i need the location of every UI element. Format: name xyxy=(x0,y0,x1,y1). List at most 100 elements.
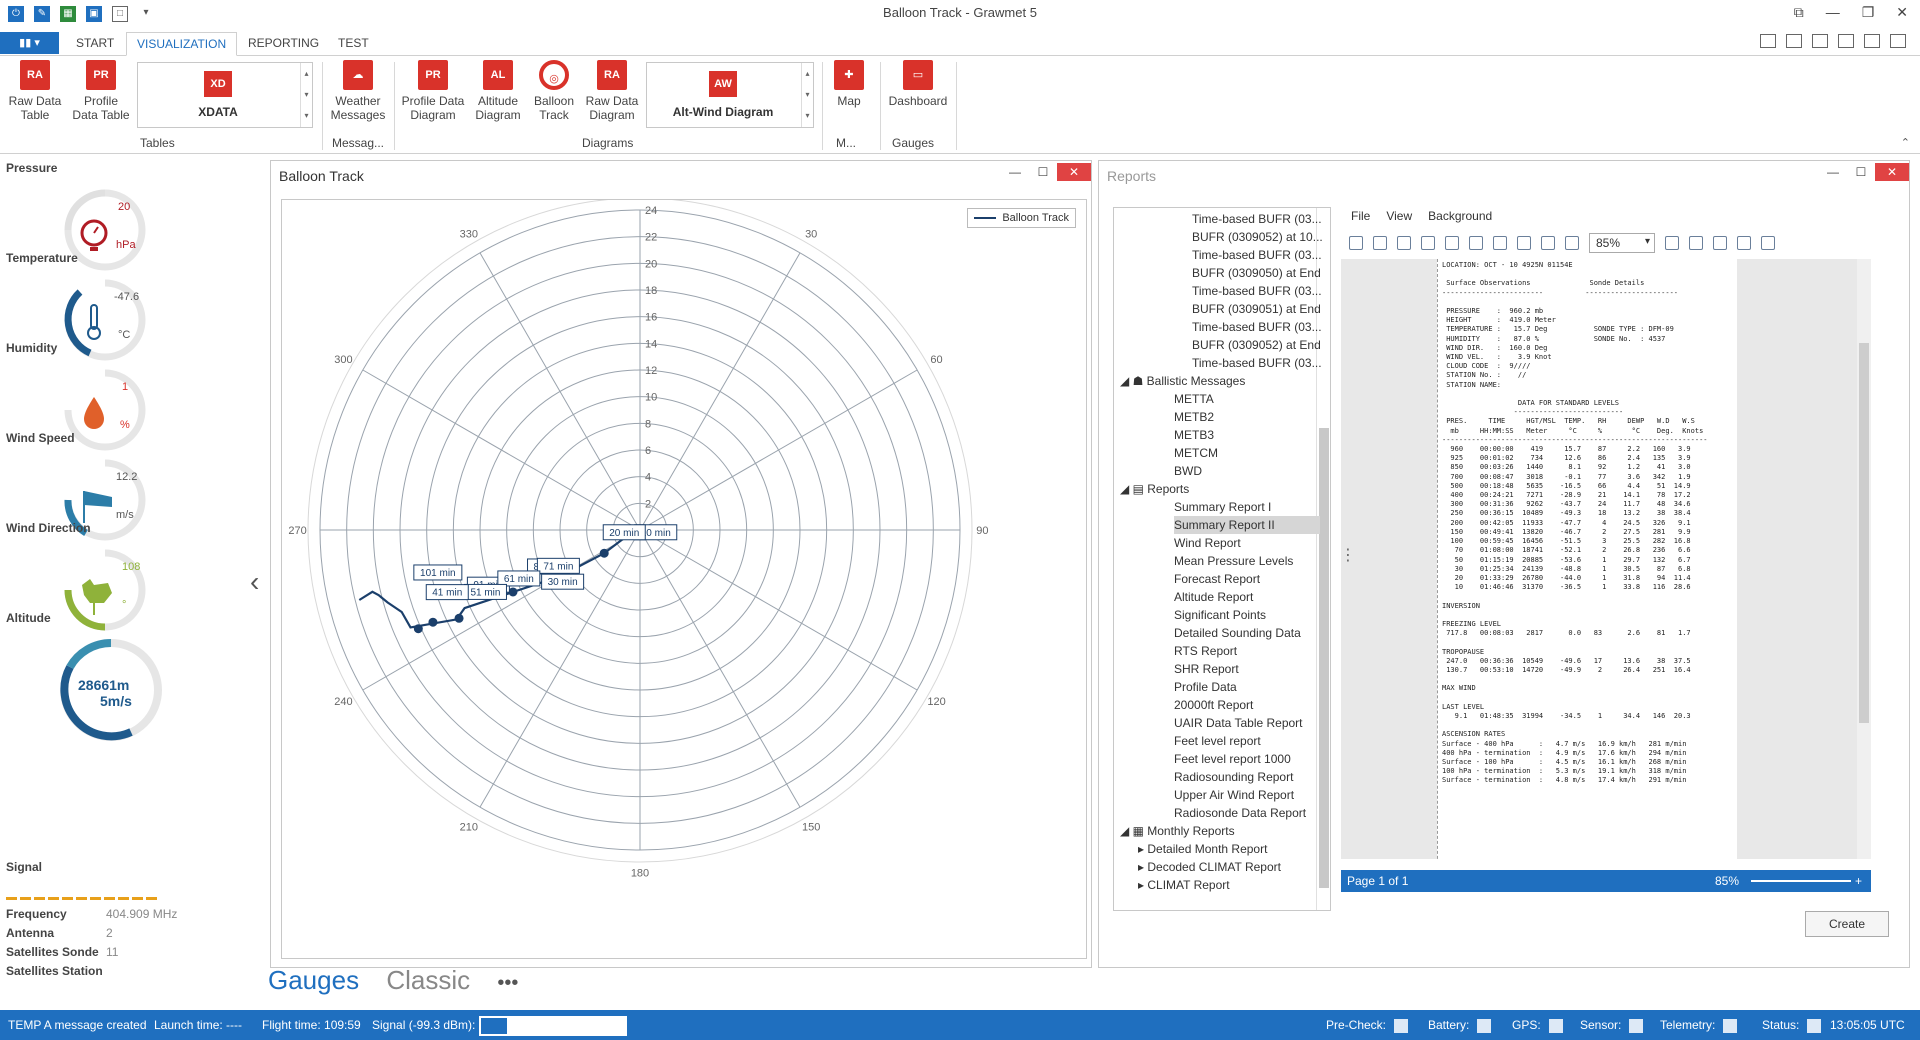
reports-maximize-button[interactable]: ☐ xyxy=(1847,165,1875,179)
print-icon[interactable] xyxy=(1445,236,1459,250)
tab-test[interactable]: TEST xyxy=(328,32,379,56)
tab-visualization[interactable]: VISUALIZATION xyxy=(126,32,238,56)
dashboard-button[interactable]: ▭ Dashboard xyxy=(886,60,950,108)
map-button[interactable]: ✚ Map xyxy=(828,60,870,108)
tree-item[interactable]: BUFR (0309050) at End xyxy=(1192,264,1321,282)
create-button[interactable]: Create xyxy=(1805,911,1889,937)
tree-item[interactable]: SHR Report xyxy=(1174,660,1320,678)
next-page-icon[interactable] xyxy=(1737,236,1751,250)
save-doc-icon[interactable] xyxy=(1421,236,1435,250)
collapse-panel-chevron-icon[interactable]: ‹ xyxy=(250,566,259,598)
open-icon[interactable] xyxy=(1397,236,1411,250)
layout-4-icon[interactable] xyxy=(1838,34,1854,48)
tree-item[interactable]: Time-based BUFR (03... xyxy=(1192,318,1322,336)
panel-close-button[interactable]: ✕ xyxy=(1057,163,1091,181)
more-tabs-button[interactable]: ••• xyxy=(497,972,518,994)
zoom-out-icon[interactable] xyxy=(1565,236,1579,250)
restore-button[interactable]: ❐ xyxy=(1862,4,1875,21)
tree-item[interactable]: Detailed Sounding Data xyxy=(1174,624,1320,642)
tree-item[interactable]: Time-based BUFR (03... xyxy=(1192,210,1322,228)
reports-minimize-button[interactable]: — xyxy=(1819,165,1847,179)
tree-item[interactable]: METB3 xyxy=(1174,426,1320,444)
tree-item[interactable]: Upper Air Wind Report xyxy=(1174,786,1320,804)
alt-wind-gallery[interactable]: AW Alt-Wind Diagram ▴ ▾ ▾ xyxy=(646,62,814,128)
gallery-scroll[interactable]: ▴ ▾ ▾ xyxy=(300,63,312,127)
tree-item[interactable]: BWD xyxy=(1174,462,1320,480)
first-page-icon[interactable] xyxy=(1689,236,1703,250)
layout-2-icon[interactable] xyxy=(1786,34,1802,48)
tree-item[interactable]: 20000ft Report xyxy=(1174,696,1320,714)
zoom-plus-icon[interactable]: + xyxy=(1855,870,1862,892)
tree-item[interactable]: Summary Report I xyxy=(1174,498,1320,516)
minimize-button[interactable]: — xyxy=(1826,4,1840,21)
tree-item[interactable]: Mean Pressure Levels xyxy=(1174,552,1320,570)
tree-item[interactable]: Radiosounding Report xyxy=(1174,768,1320,786)
page-setup-icon[interactable] xyxy=(1469,236,1483,250)
hand-tool-icon[interactable] xyxy=(1517,236,1531,250)
viewer-menu-background[interactable]: Background xyxy=(1428,209,1492,223)
tree-item[interactable]: ◢ ▤ Reports xyxy=(1120,480,1320,498)
panel-maximize-button[interactable]: ☐ xyxy=(1029,165,1057,179)
tree-item[interactable]: METB2 xyxy=(1174,408,1320,426)
tree-item[interactable]: ▸ Decoded CLIMAT Report xyxy=(1138,858,1320,876)
tree-item[interactable]: Feet level report 1000 xyxy=(1174,750,1320,768)
tab-classic[interactable]: Classic xyxy=(386,965,470,995)
zoom-slider[interactable] xyxy=(1751,880,1851,882)
tree-item[interactable]: Time-based BUFR (03... xyxy=(1192,246,1322,264)
export-doc-icon[interactable] xyxy=(1493,236,1507,250)
tree-item[interactable]: Wind Report xyxy=(1174,534,1320,552)
altitude-diagram-button[interactable]: AL Altitude Diagram xyxy=(472,60,524,122)
tab-start[interactable]: START xyxy=(66,32,124,56)
prev-page-icon[interactable] xyxy=(1713,236,1727,250)
tree-item[interactable]: METCM xyxy=(1174,444,1320,462)
magnifier-icon[interactable] xyxy=(1541,236,1555,250)
tree-item[interactable]: Radiosonde Data Report xyxy=(1174,804,1320,822)
tab-reporting[interactable]: REPORTING xyxy=(238,32,329,56)
collapse-ribbon-icon[interactable]: ⌃ xyxy=(1901,136,1910,149)
viewer-menu-view[interactable]: View xyxy=(1386,209,1412,223)
zoom-in-icon[interactable] xyxy=(1665,236,1679,250)
tree-item[interactable]: ◢ ▦ Monthly Reports xyxy=(1120,822,1320,840)
tree-item[interactable]: BUFR (0309051) at End xyxy=(1192,300,1321,318)
thumbnails-icon[interactable] xyxy=(1349,236,1363,250)
tab-gauges[interactable]: Gauges xyxy=(268,965,359,995)
tree-item[interactable]: METTA xyxy=(1174,390,1320,408)
splitter-handle[interactable]: ⋮ xyxy=(1340,545,1356,565)
tree-item[interactable]: Significant Points xyxy=(1174,606,1320,624)
tree-item[interactable]: ◢ ☗ Ballistic Messages xyxy=(1120,372,1320,390)
tree-item[interactable]: BUFR (0309052) at 10... xyxy=(1192,228,1323,246)
find-icon[interactable] xyxy=(1373,236,1387,250)
viewer-menu-file[interactable]: File xyxy=(1351,209,1370,223)
tree-item[interactable]: Profile Data xyxy=(1174,678,1320,696)
ribbon-options-icon[interactable]: ⧉ xyxy=(1794,4,1804,21)
tree-item[interactable]: Time-based BUFR (03... xyxy=(1192,354,1322,372)
document-scrollbar[interactable] xyxy=(1857,259,1871,859)
tree-item[interactable]: Feet level report xyxy=(1174,732,1320,750)
layout-5-icon[interactable] xyxy=(1864,34,1880,48)
profile-data-table-button[interactable]: PR Profile Data Table xyxy=(70,60,132,122)
close-button[interactable]: ✕ xyxy=(1896,4,1908,21)
weather-messages-button[interactable]: ☁ Weather Messages xyxy=(328,60,388,122)
tree-item[interactable]: ▸ Detailed Month Report xyxy=(1138,840,1320,858)
tree-item[interactable]: Time-based BUFR (03... xyxy=(1192,282,1322,300)
layout-3-icon[interactable] xyxy=(1812,34,1828,48)
panel-minimize-button[interactable]: — xyxy=(1001,165,1029,179)
tree-item[interactable]: Forecast Report xyxy=(1174,570,1320,588)
raw-data-table-button[interactable]: RA Raw Data Table xyxy=(8,60,62,122)
tree-item[interactable]: ▸ CLIMAT Report xyxy=(1138,876,1320,894)
layout-1-icon[interactable] xyxy=(1760,34,1776,48)
tree-item[interactable]: Altitude Report xyxy=(1174,588,1320,606)
layout-6-icon[interactable] xyxy=(1890,34,1906,48)
xdata-gallery[interactable]: XD XDATA ▴ ▾ ▾ xyxy=(137,62,313,128)
tree-item[interactable]: UAIR Data Table Report xyxy=(1174,714,1320,732)
gallery-scroll-2[interactable]: ▴ ▾ ▾ xyxy=(801,63,813,127)
last-page-icon[interactable] xyxy=(1761,236,1775,250)
tree-item[interactable]: BUFR (0309052) at End xyxy=(1192,336,1321,354)
tree-item[interactable]: Summary Report II xyxy=(1174,516,1320,534)
tree-item[interactable]: RTS Report xyxy=(1174,642,1320,660)
reports-close-button[interactable]: ✕ xyxy=(1875,163,1909,181)
profile-data-diagram-button[interactable]: PR Profile Data Diagram xyxy=(400,60,466,122)
zoom-select[interactable]: 85% xyxy=(1589,233,1655,253)
file-menu-button[interactable]: ▮▮ ▾ xyxy=(0,32,59,54)
balloon-track-button[interactable]: ◎ Balloon Track xyxy=(530,60,578,122)
